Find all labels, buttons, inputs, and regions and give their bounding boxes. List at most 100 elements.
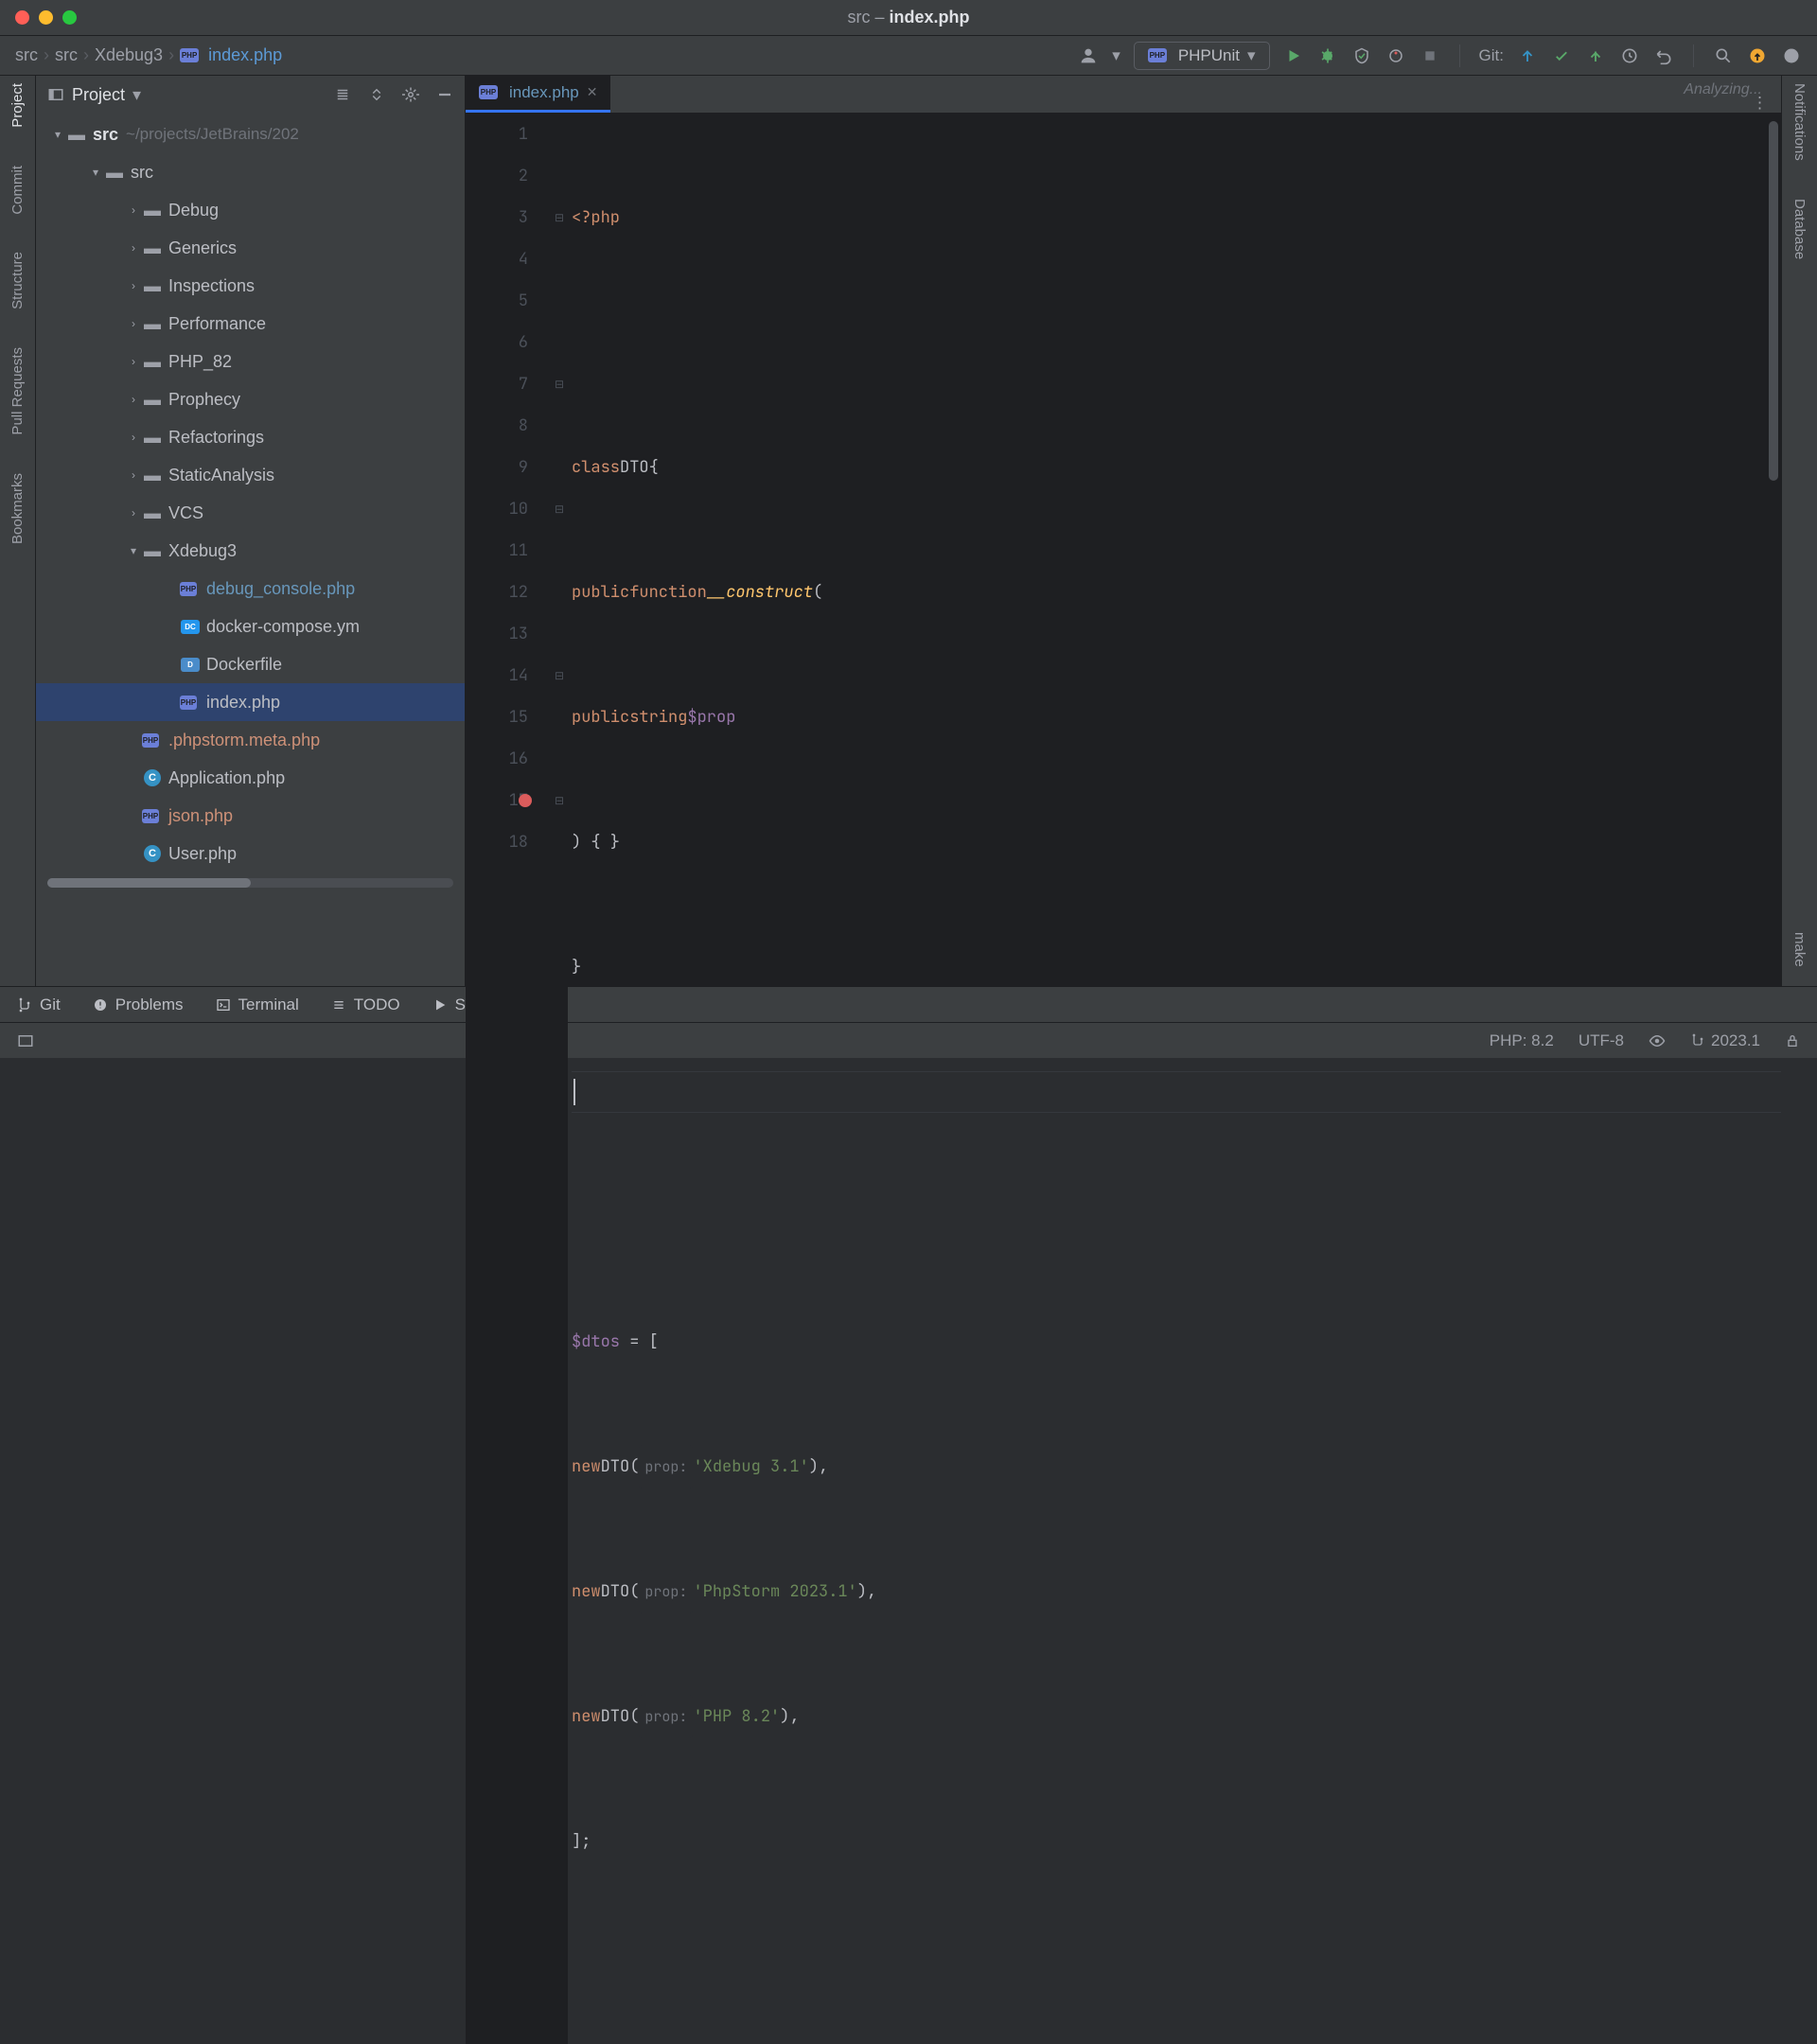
gutter[interactable]: 1 2 3 4 5 6 7 8 9 10 11 12 13 14 15 16 1… <box>466 114 551 2044</box>
ide-settings-icon[interactable] <box>1781 45 1802 66</box>
tree-folder[interactable]: ›▬Performance <box>36 305 465 343</box>
history-icon[interactable] <box>1619 45 1640 66</box>
maximize-window[interactable] <box>62 10 77 25</box>
stop-icon[interactable] <box>1420 45 1440 66</box>
line-number: 16 <box>466 738 528 780</box>
phpunit-icon: PHP <box>1148 48 1167 62</box>
fold-icon[interactable]: ⊟ <box>551 197 568 238</box>
bottom-git[interactable]: Git <box>17 996 61 1014</box>
code-area[interactable]: <?php class DTO { public function __cons… <box>568 114 1781 2044</box>
folder-icon: ▬ <box>142 503 163 523</box>
tree-file[interactable]: DDockerfile <box>36 645 465 683</box>
fold-column[interactable]: ⊟ ⊟ ⊟ ⊟ ⊟ <box>551 114 568 2044</box>
tree-file[interactable]: PHP.phpstorm.meta.php <box>36 721 465 759</box>
rail-database[interactable]: Database <box>1791 199 1808 259</box>
breadcrumb[interactable]: src › src › Xdebug3 › PHP index.php <box>15 45 282 65</box>
run-config-selector[interactable]: PHP PHPUnit ▾ <box>1134 42 1270 70</box>
git-pull-icon[interactable] <box>1517 45 1538 66</box>
tree-file[interactable]: DCdocker-compose.ym <box>36 608 465 645</box>
fold-icon[interactable]: ⊟ <box>551 655 568 696</box>
bottom-todo[interactable]: TODO <box>331 996 400 1014</box>
tree-file[interactable]: CUser.php <box>36 835 465 872</box>
run-icon[interactable] <box>1283 45 1304 66</box>
line-number: 8 <box>466 405 528 447</box>
coverage-icon[interactable] <box>1351 45 1372 66</box>
editor-content[interactable]: 1 2 3 4 5 6 7 8 9 10 11 12 13 14 15 16 1… <box>466 114 1781 2044</box>
editor-tabs: PHP index.php ✕ ⋮ <box>466 76 1781 114</box>
tree-folder[interactable]: ›▬Refactorings <box>36 418 465 456</box>
select-opened-icon[interactable] <box>334 86 351 103</box>
rail-structure[interactable]: Structure <box>9 252 26 309</box>
rail-make[interactable]: make <box>1791 932 1808 967</box>
panel-title[interactable]: Project ▾ <box>47 85 141 105</box>
gear-icon[interactable] <box>402 86 419 103</box>
rail-bookmarks[interactable]: Bookmarks <box>9 473 26 544</box>
tree-file[interactable]: PHPdebug_console.php <box>36 570 465 608</box>
titlebar: src – index.php <box>0 0 1817 36</box>
rollback-icon[interactable] <box>1653 45 1674 66</box>
tool-window-toggle-icon[interactable] <box>17 1032 34 1049</box>
breakpoint-icon[interactable] <box>519 794 532 807</box>
tree-folder[interactable]: ›▬VCS <box>36 494 465 532</box>
rail-notifications[interactable]: Notifications <box>1791 83 1808 161</box>
chevron-right-icon: › <box>125 393 142 406</box>
project-tree[interactable]: ▾ ▬ src ~/projects/JetBrains/202 ▾ ▬ src… <box>36 114 465 986</box>
breadcrumb-seg[interactable]: src <box>15 45 38 65</box>
fold-icon[interactable]: ⊟ <box>551 488 568 530</box>
status-lock-icon[interactable] <box>1785 1033 1800 1048</box>
git-label: Git: <box>1479 46 1504 65</box>
fold-icon[interactable]: ⊟ <box>551 780 568 821</box>
hide-panel-icon[interactable] <box>436 86 453 103</box>
sync-icon[interactable] <box>1747 45 1768 66</box>
line-number: 7 <box>466 363 528 405</box>
expand-all-icon[interactable] <box>368 86 385 103</box>
tree-label: Dockerfile <box>206 655 282 675</box>
line-number: 3 <box>466 197 528 238</box>
tree-folder[interactable]: ›▬PHP_82 <box>36 343 465 380</box>
folder-icon: ▬ <box>142 390 163 410</box>
fold-icon[interactable]: ⊟ <box>551 363 568 405</box>
bottom-terminal[interactable]: Terminal <box>216 996 299 1014</box>
close-icon[interactable]: ✕ <box>587 84 598 100</box>
bottom-problems[interactable]: Problems <box>93 996 184 1014</box>
line-number: 14 <box>466 655 528 696</box>
todo-icon <box>331 997 346 1013</box>
tree-folder[interactable]: ›▬Inspections <box>36 267 465 305</box>
tree-root[interactable]: ▾ ▬ src ~/projects/JetBrains/202 <box>36 115 465 153</box>
search-icon[interactable] <box>1713 45 1734 66</box>
tree-folder[interactable]: ›▬StaticAnalysis <box>36 456 465 494</box>
user-avatar-icon[interactable] <box>1078 45 1099 66</box>
rail-commit[interactable]: Commit <box>9 166 26 215</box>
breadcrumb-current[interactable]: index.php <box>208 45 282 65</box>
rail-project[interactable]: Project <box>9 83 26 128</box>
tree-file-selected[interactable]: PHPindex.php <box>36 683 465 721</box>
line-number: 6 <box>466 322 528 363</box>
dropdown-arrow-icon[interactable]: ▾ <box>1112 46 1120 65</box>
breadcrumb-seg[interactable]: src <box>55 45 78 65</box>
scrollbar-thumb[interactable] <box>1769 121 1778 481</box>
tree-folder[interactable]: ›▬Generics <box>36 229 465 267</box>
line-number: 15 <box>466 696 528 738</box>
tree-folder-expanded[interactable]: ▾▬Xdebug3 <box>36 532 465 570</box>
debug-icon[interactable] <box>1317 45 1338 66</box>
tree-folder[interactable]: ▾ ▬ src <box>36 153 465 191</box>
tree-folder[interactable]: ›▬Prophecy <box>36 380 465 418</box>
breadcrumb-seg[interactable]: Xdebug3 <box>95 45 163 65</box>
tree-label: index.php <box>206 693 280 713</box>
tab-index-php[interactable]: PHP index.php ✕ <box>466 75 610 113</box>
git-commit-icon[interactable] <box>1551 45 1572 66</box>
php-file-icon: PHP <box>142 809 163 823</box>
tree-file[interactable]: CApplication.php <box>36 759 465 797</box>
tree-file[interactable]: PHPjson.php <box>36 797 465 835</box>
project-panel: Project ▾ ▾ ▬ src ~/projects/JetBrains/2… <box>36 76 466 986</box>
tree-folder[interactable]: ›▬Debug <box>36 191 465 229</box>
rail-pull-requests[interactable]: Pull Requests <box>9 347 26 435</box>
profiler-icon[interactable] <box>1385 45 1406 66</box>
git-push-icon[interactable] <box>1585 45 1606 66</box>
chevron-right-icon: › <box>168 45 174 65</box>
folder-icon: ▬ <box>142 428 163 448</box>
horizontal-scrollbar[interactable] <box>47 878 453 888</box>
close-window[interactable] <box>15 10 29 25</box>
minimize-window[interactable] <box>39 10 53 25</box>
editor-scrollbar[interactable] <box>1766 114 1781 986</box>
